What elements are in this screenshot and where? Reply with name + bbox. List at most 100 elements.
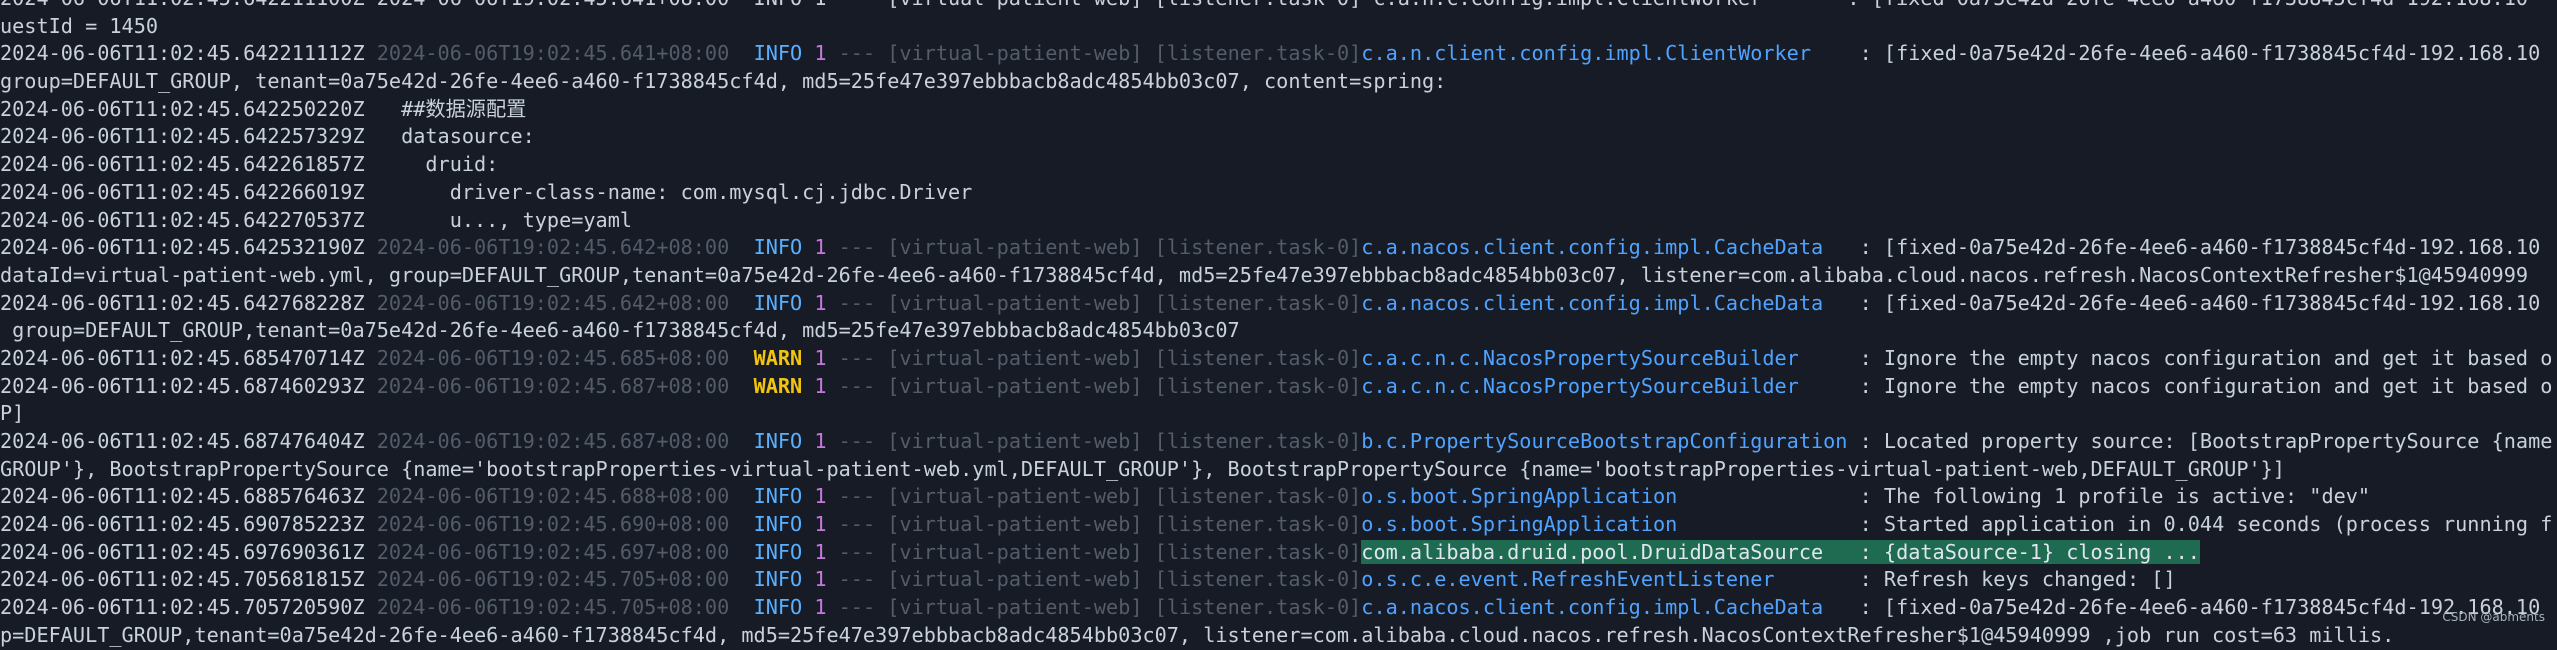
thread-name: [listener.task-0] [1154, 539, 1362, 564]
log-continuation-line: 2024-06-06T11:02:45.642270537Z u..., typ… [0, 207, 2557, 235]
log-continuation-line: 2024-06-06T11:02:45.642257329Z datasourc… [0, 123, 2557, 151]
log-level: INFO [753, 512, 803, 537]
log-level: INFO [753, 595, 803, 620]
process-id: 1 [814, 484, 827, 509]
log-message: [fixed-0a75e42d-26fe-4ee6-a460-f1738845c… [1883, 235, 2541, 260]
process-id: 1 [814, 290, 827, 315]
separator: --- [838, 512, 876, 537]
app-name: [virtual-patient-web] [887, 484, 1143, 509]
log-line: 2024-06-06T11:02:45.688576463Z 2024-06-0… [0, 483, 2557, 511]
app-name: [virtual-patient-web] [887, 235, 1143, 260]
log-message: The following 1 profile is active: "dev" [1883, 484, 2371, 509]
log-message: Ignore the empty nacos configuration and… [1883, 345, 2553, 370]
log-time: 2024-06-06T19:02:45.642+08:00 [376, 235, 730, 260]
separator: --- [838, 345, 876, 370]
log-message: Located property source: [BootstrapPrope… [1883, 429, 2553, 453]
line-text: group=DEFAULT_GROUP, tenant=0a75e42d-26f… [0, 69, 1447, 94]
log-continuation-line: group=DEFAULT_GROUP, tenant=0a75e42d-26f… [0, 68, 2557, 96]
log-level: INFO [753, 41, 803, 66]
log-time: 2024-06-06T19:02:45.688+08:00 [376, 484, 730, 509]
colon: : [1859, 373, 1872, 398]
log-level: INFO [753, 484, 803, 509]
process-id: 1 [814, 539, 827, 564]
logger-name: c.a.nacos.client.config.impl.CacheData [1361, 595, 1848, 620]
log-level: INFO [753, 290, 803, 315]
process-id: 1 [814, 373, 827, 398]
log-line: 2024-06-06T11:02:45.642532190Z 2024-06-0… [0, 234, 2557, 262]
log-line: 2024-06-06T11:02:45.642211112Z 2024-06-0… [0, 40, 2557, 68]
line-text: 2024-06-06T11:02:45.642250220Z ##数据源配置 [0, 96, 527, 121]
line-text: 2024-06-06T11:02:45.642270537Z u..., typ… [0, 207, 633, 232]
app-name: [virtual-patient-web] [887, 429, 1143, 453]
log-time: 2024-06-06T19:02:45.687+08:00 [376, 429, 730, 453]
log-time: 2024-06-06T19:02:45.641+08:00 [376, 41, 730, 66]
thread-name: [listener.task-0] [1154, 567, 1362, 592]
line-text: GROUP'}, BootstrapPropertySource {name='… [0, 456, 2285, 481]
log-line: 2024-06-06T11:02:45.697690361Z 2024-06-0… [0, 539, 2557, 567]
process-id: 1 [814, 512, 827, 537]
log-time: 2024-06-06T19:02:45.697+08:00 [376, 539, 730, 564]
logger-name: o.s.c.e.event.RefreshEventListener [1361, 567, 1848, 592]
colon: : [1859, 345, 1872, 370]
separator: --- [838, 539, 876, 564]
line-text: dataId=virtual-patient-web.yml, group=DE… [0, 262, 2529, 287]
logger-name: b.c.PropertySourceBootstrapConfiguration [1361, 429, 1848, 453]
log-time: 2024-06-06T19:02:45.705+08:00 [376, 595, 730, 620]
app-name: [virtual-patient-web] [887, 345, 1143, 370]
process-id: 1 [814, 235, 827, 260]
colon: : [1859, 595, 1872, 620]
log-time: 2024-06-06T19:02:45.705+08:00 [376, 567, 730, 592]
colon: : [1859, 235, 1872, 260]
log-continuation-line: 2024-06-06T11:02:45.642266019Z driver-cl… [0, 179, 2557, 207]
log-line: 2024-06-06T11:02:45.685470714Z 2024-06-0… [0, 345, 2557, 373]
log-continuation-line: 2024-06-06T11:02:45.642211100Z 2024-06-0… [0, 0, 2557, 13]
log-continuation-line: 2024-06-06T11:02:45.642250220Z ##数据源配置 [0, 96, 2557, 124]
log-time: 2024-06-06T19:02:45.685+08:00 [376, 345, 730, 370]
log-level: INFO [753, 235, 803, 260]
separator: --- [838, 290, 876, 315]
container-timestamp: 2024-06-06T11:02:45.697690361Z [0, 539, 365, 564]
thread-name: [listener.task-0] [1154, 595, 1362, 620]
container-timestamp: 2024-06-06T11:02:45.705720590Z [0, 595, 365, 620]
log-continuation-line: P] [0, 400, 2557, 428]
line-text: 2024-06-06T11:02:45.642266019Z driver-cl… [0, 179, 973, 204]
log-continuation-line: 2024-06-06T11:02:45.642261857Z druid: [0, 151, 2557, 179]
thread-name: [listener.task-0] [1154, 345, 1362, 370]
log-continuation-line: uestId = 1450 [0, 13, 2557, 41]
log-level: INFO [753, 429, 803, 453]
log-message: [fixed-0a75e42d-26fe-4ee6-a460-f1738845c… [1883, 41, 2541, 66]
separator: --- [838, 567, 876, 592]
process-id: 1 [814, 345, 827, 370]
separator: --- [838, 373, 876, 398]
thread-name: [listener.task-0] [1154, 512, 1362, 537]
log-line: 2024-06-06T11:02:45.705681815Z 2024-06-0… [0, 566, 2557, 594]
colon: : [1859, 290, 1872, 315]
colon: : [1859, 484, 1872, 509]
process-id: 1 [814, 429, 827, 453]
container-timestamp: 2024-06-06T11:02:45.690785223Z [0, 512, 365, 537]
logger-name: c.a.nacos.client.config.impl.CacheData [1361, 290, 1848, 315]
container-timestamp: 2024-06-06T11:02:45.642768228Z [0, 290, 365, 315]
log-time: 2024-06-06T19:02:45.642+08:00 [376, 290, 730, 315]
log-continuation-line: GROUP'}, BootstrapPropertySource {name='… [0, 456, 2557, 484]
container-timestamp: 2024-06-06T11:02:45.642211112Z [0, 41, 365, 66]
log-message: Started application in 0.044 seconds (pr… [1883, 512, 2553, 537]
line-text: uestId = 1450 [0, 13, 159, 38]
terminal-output[interactable]: 2024-06-06T11:02:45.642211100Z 2024-06-0… [0, 0, 2557, 650]
csdn-watermark: CSDN @abments [2442, 610, 2545, 624]
logger-name: c.a.c.n.c.NacosPropertySourceBuilder [1361, 373, 1848, 398]
log-message: Refresh keys changed: [] [1883, 567, 2176, 592]
log-line: 2024-06-06T11:02:45.642768228Z 2024-06-0… [0, 290, 2557, 318]
line-text: 2024-06-06T11:02:45.642257329Z datasourc… [0, 124, 535, 149]
colon: : [1859, 567, 1872, 592]
separator: --- [838, 484, 876, 509]
colon: : [1859, 429, 1872, 453]
container-timestamp: 2024-06-06T11:02:45.687460293Z [0, 373, 365, 398]
process-id: 1 [814, 595, 827, 620]
log-continuation-line: dataId=virtual-patient-web.yml, group=DE… [0, 262, 2557, 290]
line-text: 2024-06-06T11:02:45.642261857Z druid: [0, 152, 499, 177]
logger-name: o.s.boot.SpringApplication [1361, 484, 1848, 509]
thread-name: [listener.task-0] [1154, 429, 1362, 453]
separator: --- [838, 41, 876, 66]
line-text: group=DEFAULT_GROUP,tenant=0a75e42d-26fe… [0, 318, 1240, 343]
